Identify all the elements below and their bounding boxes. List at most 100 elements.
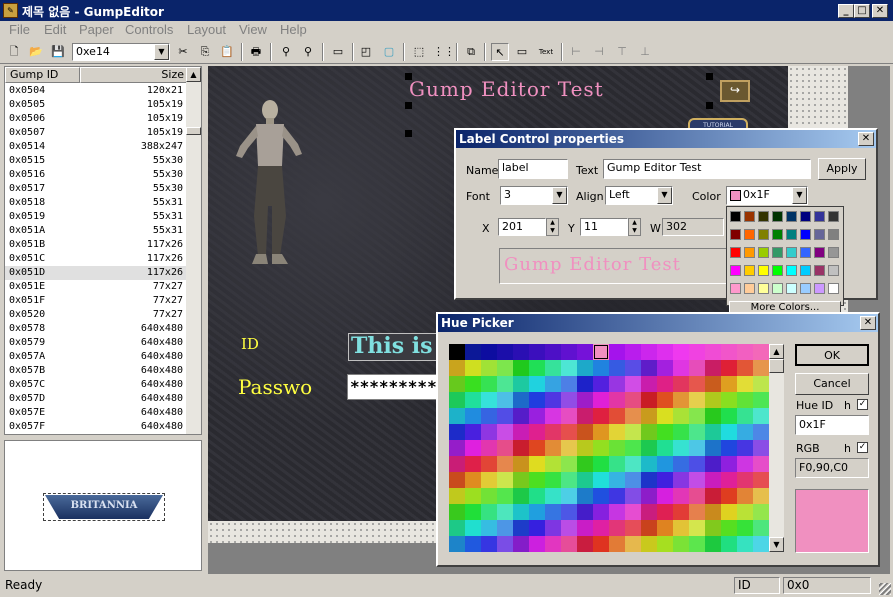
hue-swatch[interactable] — [593, 520, 609, 536]
hue-swatch[interactable] — [609, 440, 625, 456]
hue-swatch[interactable] — [641, 344, 657, 360]
resize-grip-icon[interactable] — [879, 583, 891, 595]
hue-swatch[interactable] — [513, 376, 529, 392]
hue-swatch[interactable] — [513, 440, 529, 456]
palette-swatch[interactable] — [730, 265, 741, 276]
hue-swatch[interactable] — [753, 488, 769, 504]
hue-swatch[interactable] — [497, 488, 513, 504]
hue-swatch[interactable] — [449, 504, 465, 520]
hue-swatch[interactable] — [737, 376, 753, 392]
hue-swatch[interactable] — [721, 344, 737, 360]
align-combo[interactable]: Left ▼ — [605, 186, 673, 205]
hue-swatch[interactable] — [721, 520, 737, 536]
table-row[interactable]: 0x051E 77x27 — [5, 280, 187, 294]
hue-swatch[interactable] — [481, 536, 497, 552]
column-header-size[interactable]: Size — [80, 67, 188, 83]
hue-swatch[interactable] — [705, 520, 721, 536]
chevron-down-icon[interactable]: ▼ — [792, 187, 807, 204]
hue-swatch[interactable] — [641, 520, 657, 536]
hue-swatch[interactable] — [577, 456, 593, 472]
hue-swatch[interactable] — [705, 536, 721, 552]
hue-swatch[interactable] — [513, 472, 529, 488]
hue-swatch[interactable] — [753, 344, 769, 360]
hue-swatch[interactable] — [577, 424, 593, 440]
table-row[interactable]: 0x051D 117x26 — [5, 266, 187, 280]
hue-swatch[interactable] — [625, 456, 641, 472]
hue-swatch[interactable] — [593, 344, 609, 360]
hue-swatch[interactable] — [593, 504, 609, 520]
minimize-button[interactable]: _ — [838, 4, 854, 18]
table-row[interactable]: 0x0578 640x480 — [5, 322, 187, 336]
palette-swatch[interactable] — [730, 247, 741, 258]
character-figure[interactable] — [230, 96, 310, 266]
palette-swatch[interactable] — [800, 247, 811, 258]
table-row[interactable]: 0x051B 117x26 — [5, 238, 187, 252]
rgb-hex-checkbox[interactable]: ✓ — [857, 442, 868, 453]
hue-swatch[interactable] — [721, 456, 737, 472]
hue-swatch[interactable] — [465, 408, 481, 424]
hue-swatch[interactable] — [657, 520, 673, 536]
hue-swatch[interactable] — [561, 440, 577, 456]
hue-swatch[interactable] — [657, 472, 673, 488]
hue-swatch[interactable] — [625, 488, 641, 504]
hue-swatch[interactable] — [673, 344, 689, 360]
hue-swatch[interactable] — [753, 456, 769, 472]
hue-swatch[interactable] — [529, 520, 545, 536]
canvas-label-id[interactable]: ID — [241, 335, 259, 353]
hue-swatch[interactable] — [513, 456, 529, 472]
x-input[interactable]: 201 — [498, 218, 546, 236]
text-input[interactable]: Gump Editor Test — [603, 159, 811, 179]
hue-swatch[interactable] — [673, 456, 689, 472]
hue-swatch[interactable] — [481, 424, 497, 440]
hue-swatch[interactable] — [513, 536, 529, 552]
button-tool-icon[interactable]: ▭ — [513, 43, 531, 61]
palette-swatch[interactable] — [730, 211, 741, 222]
hue-swatch[interactable] — [657, 376, 673, 392]
pointer-tool-icon[interactable]: ↖ — [491, 43, 509, 61]
hue-swatch[interactable] — [449, 376, 465, 392]
close-icon[interactable]: ✕ — [860, 316, 876, 330]
apply-button[interactable]: Apply — [818, 158, 866, 180]
hue-swatch[interactable] — [529, 536, 545, 552]
hue-swatch[interactable] — [705, 360, 721, 376]
hue-swatch[interactable] — [737, 536, 753, 552]
hue-swatch[interactable] — [577, 472, 593, 488]
hue-swatch[interactable] — [609, 488, 625, 504]
hue-swatch[interactable] — [561, 456, 577, 472]
palette-swatch[interactable] — [814, 229, 825, 240]
table-row[interactable]: 0x057E 640x480 — [5, 406, 187, 420]
hue-swatch[interactable] — [497, 456, 513, 472]
hue-swatch[interactable] — [465, 472, 481, 488]
hue-swatch[interactable] — [465, 520, 481, 536]
hue-swatch[interactable] — [737, 344, 753, 360]
hue-swatch[interactable] — [641, 360, 657, 376]
rectangle-icon[interactable]: ▭ — [329, 43, 347, 61]
hue-swatch[interactable] — [609, 344, 625, 360]
hue-swatch[interactable] — [625, 536, 641, 552]
hue-swatch[interactable] — [689, 440, 705, 456]
hue-swatch[interactable] — [705, 488, 721, 504]
table-row[interactable]: 0x057B 640x480 — [5, 364, 187, 378]
hue-swatch[interactable] — [609, 376, 625, 392]
menu-controls[interactable]: Controls — [125, 22, 173, 37]
hue-swatch[interactable] — [641, 456, 657, 472]
hue-swatch[interactable] — [721, 536, 737, 552]
chevron-down-icon[interactable]: ▼ — [154, 44, 169, 60]
close-icon[interactable]: ✕ — [858, 132, 874, 146]
hue-swatch[interactable] — [721, 360, 737, 376]
hue-swatch[interactable] — [657, 392, 673, 408]
cancel-button[interactable]: Cancel — [795, 373, 869, 395]
scroll-button-icon[interactable]: ↪ — [720, 80, 750, 102]
hue-swatch[interactable] — [737, 392, 753, 408]
hue-swatch[interactable] — [561, 392, 577, 408]
table-row[interactable]: 0x057D 640x480 — [5, 392, 187, 406]
hue-swatch[interactable] — [513, 520, 529, 536]
hue-swatch[interactable] — [561, 472, 577, 488]
hue-swatch[interactable] — [673, 408, 689, 424]
hue-swatch[interactable] — [513, 488, 529, 504]
hue-swatch[interactable] — [497, 408, 513, 424]
hue-swatch[interactable] — [545, 488, 561, 504]
hue-swatch[interactable] — [737, 424, 753, 440]
palette-swatch[interactable] — [744, 211, 755, 222]
palette-swatch[interactable] — [828, 283, 839, 294]
